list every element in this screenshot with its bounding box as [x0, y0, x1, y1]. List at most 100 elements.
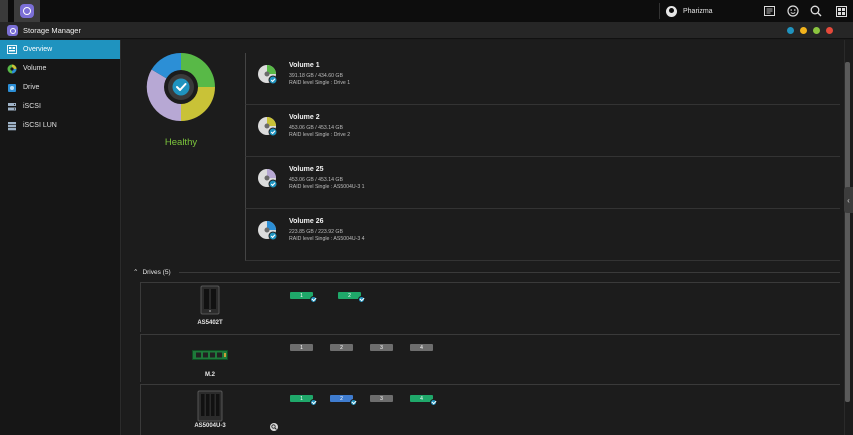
chevron-left-icon: ‹ — [847, 195, 850, 205]
storage-manager-window: Pharizma Storage Manager Overview Volume… — [0, 0, 853, 435]
slot-label: 2 — [348, 292, 351, 299]
drive-slot[interactable]: 3 — [370, 344, 393, 351]
help-button[interactable] — [787, 27, 794, 34]
face-icon[interactable] — [786, 4, 800, 18]
volume-card[interactable]: Volume 2 453.06 GB / 453.14 GB RAID leve… — [245, 105, 840, 157]
search-icon[interactable] — [809, 4, 823, 18]
drive-slot[interactable]: 2 — [330, 395, 357, 406]
volume-card[interactable]: Volume 25 453.06 GB / 453.14 GB RAID lev… — [245, 157, 840, 209]
volume-name: Volume 26 — [289, 218, 324, 225]
volume-raid: RAID level Single : AS5004U-3 4 — [289, 236, 365, 242]
drive-check-icon — [358, 296, 365, 303]
device-row — [140, 334, 840, 382]
slot-label: 4 — [420, 344, 423, 351]
sidebar-item-label: Overview — [23, 46, 53, 53]
volume-size: 453.06 GB / 453.14 GB — [289, 177, 343, 183]
slot-label: 1 — [300, 395, 303, 402]
volume-name: Volume 25 — [289, 166, 324, 173]
healthy-check-icon — [172, 78, 190, 96]
volume-card[interactable]: Volume 26 223.85 GB / 223.92 GB RAID lev… — [245, 209, 840, 261]
volume-icon — [7, 64, 17, 74]
scrollbar-thumb[interactable] — [845, 62, 850, 402]
user-avatar-icon — [666, 5, 677, 17]
top-bar-divider — [659, 3, 660, 19]
nas-device-icon — [200, 285, 220, 320]
top-bar: Pharizma — [0, 0, 853, 22]
health-status: Healthy — [164, 137, 198, 148]
drive-slot[interactable]: 3 — [370, 395, 393, 402]
slot-label: 1 — [300, 292, 303, 299]
drive-slot[interactable]: 4 — [410, 344, 433, 351]
volume-disk-icon — [257, 168, 279, 190]
slot-label: 1 — [300, 344, 303, 351]
sidebar-item-volume[interactable]: Volume — [0, 59, 120, 78]
drive-check-icon — [310, 296, 317, 303]
volume-raid: RAID level Single : Drive 2 — [289, 132, 351, 138]
sidebar: Overview Volume Drive iSCSI iSCSI LUN — [0, 40, 121, 435]
slot-label: 2 — [340, 344, 343, 351]
slot-label: 4 — [420, 395, 423, 402]
storage-manager-app-icon — [20, 4, 34, 18]
volume-list: Volume 1 391.18 GB / 434.60 GB RAID leve… — [245, 53, 840, 261]
sidebar-item-overview[interactable]: Overview — [0, 40, 120, 59]
overview-icon — [7, 45, 17, 55]
drive-slot[interactable]: 4 — [410, 395, 437, 406]
drive-slot[interactable]: 1 — [290, 292, 317, 303]
volume-size: 391.18 GB / 434.60 GB — [289, 73, 343, 79]
close-button[interactable] — [826, 27, 833, 34]
drive-slot[interactable]: 1 — [290, 344, 313, 351]
slot-label: 2 — [340, 395, 343, 402]
sidebar-item-iscsi-lun[interactable]: iSCSI LUN — [0, 116, 120, 135]
desktop-button[interactable] — [0, 0, 8, 22]
m2-drive-icon — [192, 347, 228, 365]
sidebar-item-label: iSCSI — [23, 103, 41, 110]
sidebar-item-iscsi[interactable]: iSCSI — [0, 97, 120, 116]
user-menu[interactable]: Pharizma — [666, 3, 713, 19]
dashboard-icon[interactable] — [834, 4, 848, 18]
iscsi-icon — [7, 102, 17, 112]
collapse-chevron-icon: ⌃ — [133, 269, 139, 276]
notes-icon[interactable] — [762, 4, 776, 18]
drive-slot[interactable]: 2 — [330, 344, 353, 351]
storage-health-donut — [146, 52, 216, 122]
sidebar-item-label: iSCSI LUN — [23, 122, 57, 129]
sidebar-item-label: Volume — [23, 65, 47, 72]
volume-size: 223.85 GB / 223.92 GB — [289, 229, 343, 235]
window-title: Storage Manager — [23, 26, 81, 35]
device-row — [140, 384, 840, 435]
volume-name: Volume 2 — [289, 114, 320, 121]
drives-section-header[interactable]: ⌃ Drives (5) — [133, 266, 840, 278]
drive-check-icon — [310, 399, 317, 406]
drives-header-label: Drives (5) — [142, 268, 171, 276]
device-name: M.2 — [204, 372, 215, 378]
device-name: AS5004U-3 — [194, 423, 226, 429]
user-name: Pharizma — [683, 7, 713, 15]
drive-slot[interactable]: 2 — [338, 292, 365, 303]
slot-label: 3 — [380, 344, 383, 351]
storage-manager-icon — [7, 25, 18, 36]
volume-name: Volume 1 — [289, 62, 320, 69]
drive-check-icon — [430, 399, 437, 406]
sidebar-item-label: Drive — [23, 84, 40, 91]
window-title-bar[interactable]: Storage Manager — [0, 22, 853, 39]
drives-header-divider — [178, 271, 840, 273]
device-name: AS5402T — [197, 320, 223, 326]
maximize-button[interactable] — [813, 27, 820, 34]
volume-size: 453.06 GB / 453.14 GB — [289, 125, 343, 131]
drive-icon — [7, 83, 17, 93]
side-panel-toggle[interactable]: ‹ — [844, 187, 853, 213]
drive-check-icon — [350, 399, 357, 406]
volume-card[interactable]: Volume 1 391.18 GB / 434.60 GB RAID leve… — [245, 53, 840, 105]
iscsi-lun-icon — [7, 121, 17, 131]
taskbar-storage-manager[interactable] — [14, 0, 40, 22]
slot-label: 3 — [380, 395, 383, 402]
minimize-button[interactable] — [800, 27, 807, 34]
volume-raid: RAID level Single : AS5004U-3 1 — [289, 184, 365, 190]
volume-disk-icon — [257, 116, 279, 138]
volume-disk-icon — [257, 64, 279, 86]
volume-disk-icon — [257, 220, 279, 242]
locate-device-icon[interactable] — [270, 423, 278, 431]
drive-slot[interactable]: 1 — [290, 395, 317, 406]
device-row — [140, 282, 840, 332]
sidebar-item-drive[interactable]: Drive — [0, 78, 120, 97]
